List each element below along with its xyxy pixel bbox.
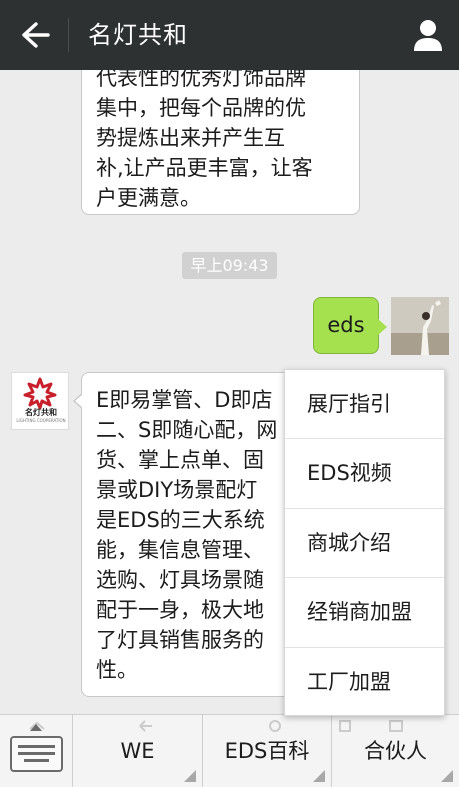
keyboard-toggle-button[interactable] <box>0 715 73 787</box>
keyboard-icon <box>10 736 63 772</box>
header-divider <box>68 18 69 52</box>
menu-tab-label: WE <box>120 739 155 763</box>
submenu-corner-icon <box>441 770 453 782</box>
user-avatar[interactable] <box>391 297 449 355</box>
menu-tab-we[interactable]: WE <box>73 715 203 787</box>
popup-submenu: 展厅指引 EDS视频 商城介绍 经销商加盟 工厂加盟 <box>284 369 445 716</box>
submenu-corner-icon <box>313 770 325 782</box>
menu-item-factory-join[interactable]: 工厂加盟 <box>285 648 444 717</box>
message-line: 户更满意。 <box>96 186 201 210</box>
person-icon <box>414 20 442 51</box>
back-button[interactable] <box>14 17 54 53</box>
timestamp-chip: 早上09:43 <box>182 252 277 279</box>
submenu-corner-icon <box>184 770 196 782</box>
menu-item-mall-intro[interactable]: 商城介绍 <box>285 509 444 579</box>
brand-avatar-subtitle: LIGHTING COOPERATION <box>16 418 66 423</box>
brand-avatar[interactable]: 名灯共和 LIGHTING COOPERATION <box>11 372 69 430</box>
message-line: 集中，把每个品牌的优 <box>96 96 306 120</box>
brand-avatar-name: 名灯共和 <box>25 408 57 417</box>
top-bar: 名灯共和 <box>0 0 459 70</box>
menu-tab-partner[interactable]: 合伙人 <box>332 715 459 787</box>
menu-item-dealer-join[interactable]: 经销商加盟 <box>285 578 444 648</box>
brand-logo-icon <box>23 377 57 409</box>
profile-button[interactable] <box>409 17 447 53</box>
message-line: 代表性的优秀灯饰品牌 <box>96 70 306 90</box>
menu-item-eds-video[interactable]: EDS视频 <box>285 439 444 509</box>
user-photo-icon <box>391 297 449 355</box>
outgoing-message-bubble[interactable]: eds <box>313 297 387 354</box>
menu-tab-label: 合伙人 <box>364 739 427 763</box>
menu-tab-label: EDS百科 <box>224 739 310 763</box>
arrow-left-icon <box>22 22 50 48</box>
bottom-menu-bar: WE EDS百科 合伙人 <box>0 714 459 787</box>
message-line: 补,让产品更丰富，让客 <box>96 156 313 180</box>
caret-up-icon <box>30 724 42 731</box>
menu-tab-eds-wiki[interactable]: EDS百科 <box>203 715 332 787</box>
page-title: 名灯共和 <box>88 21 188 49</box>
message-line: 势提炼出来并产生互 <box>96 126 285 150</box>
incoming-message-bubble[interactable]: 代表性的优秀灯饰品牌 集中，把每个品牌的优 势提炼出来并产生互 补,让产品更丰富… <box>81 70 360 215</box>
menu-item-showroom-guide[interactable]: 展厅指引 <box>285 370 444 440</box>
